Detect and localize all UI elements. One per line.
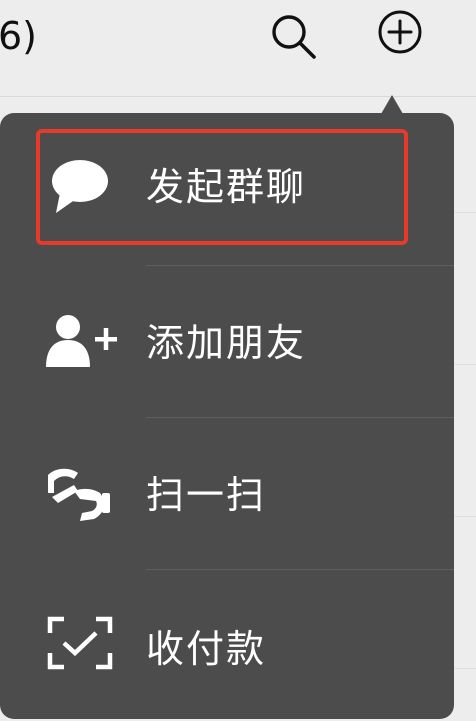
menu-item-label: 添加朋友 xyxy=(146,321,307,365)
top-bar: 6) xyxy=(0,0,476,97)
scan-icon xyxy=(44,463,120,527)
menu-item-label: 收付款 xyxy=(146,627,267,671)
list-divider xyxy=(454,516,476,517)
pay-scan-icon xyxy=(44,613,120,677)
list-divider xyxy=(454,364,476,365)
list-divider xyxy=(454,668,476,669)
menu-item-add-friend[interactable]: 添加朋友 xyxy=(0,265,454,417)
page-title: 6) xyxy=(0,14,38,58)
menu-pointer xyxy=(381,95,403,114)
add-friend-icon xyxy=(44,309,120,373)
menu-item-payment[interactable]: 收付款 xyxy=(0,569,454,721)
list-divider xyxy=(454,212,476,213)
search-icon[interactable] xyxy=(264,10,320,66)
menu-item-scan[interactable]: 扫一扫 xyxy=(0,417,454,569)
menu-item-label: 扫一扫 xyxy=(146,473,267,517)
highlight-box xyxy=(36,129,408,245)
plus-circle-icon[interactable] xyxy=(371,10,427,66)
